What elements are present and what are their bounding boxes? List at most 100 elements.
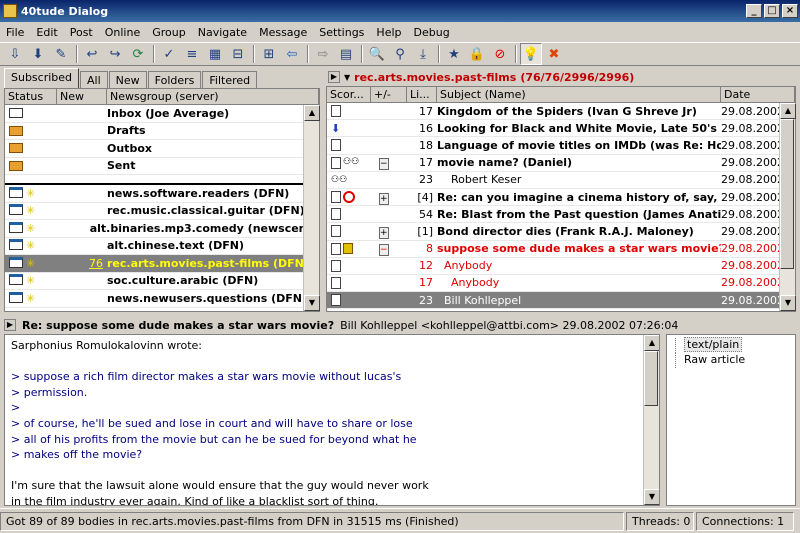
- scroll-thumb[interactable]: [644, 351, 658, 406]
- message-list-header: Scor... +/- Li... Subject (Name) Date: [327, 87, 795, 103]
- tab-all[interactable]: All: [80, 71, 108, 88]
- mark-read-button[interactable]: ✓: [158, 43, 180, 65]
- dropdown-icon[interactable]: ▼: [344, 73, 350, 82]
- menu-settings[interactable]: Settings: [313, 26, 370, 39]
- newsgroup-row[interactable]: Inbox (Joe Average): [5, 105, 319, 123]
- column-date[interactable]: Date: [721, 87, 795, 102]
- scroll-up-button[interactable]: ▲: [780, 103, 796, 119]
- newsgroup-row[interactable]: ✳ rec.music.classical.guitar (DFN): [5, 203, 319, 220]
- menu-edit[interactable]: Edit: [30, 26, 63, 39]
- newsgroup-row[interactable]: ✳ news.software.readers (DFN): [5, 185, 319, 203]
- message-row[interactable]: ⚇⚇ − 17 movie name? (Daniel) 29.08.2002: [327, 155, 795, 172]
- group-button[interactable]: ▦: [204, 43, 226, 65]
- menu-post[interactable]: Post: [64, 26, 99, 39]
- newsgroup-row[interactable]: Drafts: [5, 123, 319, 140]
- view-button[interactable]: ▤: [335, 43, 357, 65]
- scroll-up-button[interactable]: ▲: [304, 105, 320, 121]
- message-row[interactable]: + [4] Re: can you imagine a cinema history…: [327, 189, 795, 207]
- get-headers-button[interactable]: ⇩: [4, 43, 26, 65]
- expand-button[interactable]: ⊞: [258, 43, 280, 65]
- newsgroup-row[interactable]: Outbox: [5, 140, 319, 158]
- newsgroup-row[interactable]: ✳ alt.chinese.text (DFN): [5, 238, 319, 255]
- scroll-down-button[interactable]: ▼: [644, 489, 659, 505]
- column-newsgroup[interactable]: Newsgroup (server): [107, 89, 319, 104]
- newsgroup-icon: [9, 291, 23, 303]
- message-row[interactable]: + [1] Bond director dies (Frank R.A.J. Mal…: [327, 223, 795, 241]
- column-plusminus[interactable]: +/-: [371, 87, 407, 102]
- menu-navigate[interactable]: Navigate: [192, 26, 253, 39]
- tab-filtered[interactable]: Filtered: [202, 71, 258, 88]
- message-row[interactable]: ⬇ 16 Looking for Black and White Movie, La…: [327, 120, 795, 138]
- article-scrollbar[interactable]: ▲ ▼: [643, 335, 659, 505]
- newsgroup-row[interactable]: ✳ news.newusers.questions (DFN): [5, 290, 319, 308]
- bulb-button[interactable]: 💡: [520, 43, 542, 65]
- forward-arrow-button[interactable]: ⇨: [312, 43, 334, 65]
- menu-debug[interactable]: Debug: [408, 26, 456, 39]
- column-new[interactable]: New: [57, 89, 107, 104]
- row-thread-toggle[interactable]: +: [371, 225, 407, 239]
- message-row[interactable]: − 8 suppose some dude makes a star wars mo…: [327, 241, 795, 258]
- scoring-button[interactable]: ★: [443, 43, 465, 65]
- message-row[interactable]: 18 Language of movie titles on IMDb (was …: [327, 137, 795, 155]
- row-lines: 54: [419, 207, 433, 221]
- scroll-down-button[interactable]: ▼: [780, 295, 796, 311]
- minimize-button[interactable]: _: [746, 4, 762, 18]
- newsgroup-row[interactable]: ✳ 76 rec.arts.movies.past-films (DFN): [5, 255, 319, 273]
- message-list-scrollbar[interactable]: ▲ ▼: [779, 103, 796, 311]
- download-button[interactable]: ⤓: [412, 43, 434, 65]
- collapse-button[interactable]: ⊟: [227, 43, 249, 65]
- post-button[interactable]: ✎: [50, 43, 72, 65]
- menu-online[interactable]: Online: [99, 26, 146, 39]
- message-row[interactable]: ⚇⚇ 23 Robert Keser 29.08.2002: [327, 172, 795, 189]
- column-score[interactable]: Scor...: [327, 87, 371, 102]
- message-row[interactable]: 54 Re: Blast from the Past question (Jame…: [327, 206, 795, 224]
- article-expand-icon[interactable]: ▶: [4, 319, 16, 331]
- reply-button[interactable]: ↩: [81, 43, 103, 65]
- search-button[interactable]: 🔍: [366, 43, 388, 65]
- expand-icon[interactable]: ▶: [328, 71, 340, 83]
- column-status[interactable]: Status: [5, 89, 57, 104]
- thread-button[interactable]: ≡: [181, 43, 203, 65]
- article-body[interactable]: Sarphonius Romulokalovinn wrote: > suppos…: [4, 334, 660, 506]
- scroll-thumb[interactable]: [780, 119, 794, 269]
- row-thread-toggle[interactable]: +: [371, 191, 407, 205]
- newsgroup-row[interactable]: Sent: [5, 158, 319, 175]
- menu-message[interactable]: Message: [253, 26, 313, 39]
- tab-subscribed[interactable]: Subscribed: [4, 68, 80, 88]
- newsgroup-row[interactable]: ✳ alt.binaries.mp3.comedy (newscene): [5, 220, 319, 238]
- stop-button[interactable]: ⊘: [489, 43, 511, 65]
- row-thread-toggle[interactable]: −: [371, 242, 407, 257]
- menu-help[interactable]: Help: [370, 26, 407, 39]
- mark-read-icon: ✓: [163, 46, 175, 62]
- cancel-button[interactable]: ✖: [543, 43, 565, 65]
- article-icon: [331, 156, 341, 169]
- article-icon: [331, 242, 341, 255]
- column-subject[interactable]: Subject (Name): [437, 87, 721, 102]
- toolbar-separator: [438, 45, 440, 63]
- get-bodies-button[interactable]: ⬇: [27, 43, 49, 65]
- message-row[interactable]: 12 Anybody 29.08.2002: [327, 258, 795, 275]
- message-row[interactable]: 17 Kingdom of the Spiders (Ivan G Shreve …: [327, 103, 795, 121]
- column-lines[interactable]: Li...: [407, 87, 437, 102]
- row-thread-toggle[interactable]: −: [371, 156, 407, 171]
- close-button[interactable]: ×: [782, 4, 798, 18]
- row-subject: Anybody: [437, 276, 500, 290]
- part-raw-article[interactable]: Raw article: [675, 353, 787, 368]
- message-row[interactable]: 23 Bill Kohlleppel 29.08.2002: [327, 292, 795, 310]
- refresh-button[interactable]: ⟳: [127, 43, 149, 65]
- part-text-plain[interactable]: text/plain: [675, 337, 787, 353]
- filter-button[interactable]: ⚲: [389, 43, 411, 65]
- newsgroup-row[interactable]: ✳ soc.culture.arabic (DFN): [5, 273, 319, 290]
- newsgroup-scrollbar[interactable]: ▲ ▼: [303, 105, 320, 311]
- tab-folders[interactable]: Folders: [147, 71, 202, 88]
- menu-file[interactable]: File: [0, 26, 30, 39]
- back-button[interactable]: ⇦: [281, 43, 303, 65]
- scroll-down-button[interactable]: ▼: [304, 295, 320, 311]
- maximize-button[interactable]: □: [764, 4, 780, 18]
- menu-group[interactable]: Group: [146, 26, 192, 39]
- forward-button[interactable]: ↪: [104, 43, 126, 65]
- tab-new[interactable]: New: [108, 71, 147, 88]
- message-row[interactable]: 17 Anybody 29.08.2002: [327, 275, 795, 293]
- scroll-up-button[interactable]: ▲: [644, 335, 659, 351]
- lock-button[interactable]: 🔒: [466, 43, 488, 65]
